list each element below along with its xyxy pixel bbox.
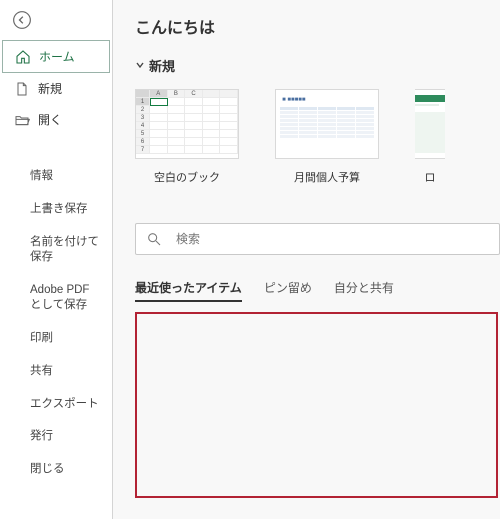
template-loan-amortization[interactable]: ロ xyxy=(415,89,445,185)
search-input[interactable] xyxy=(176,232,489,246)
nav-label: ホーム xyxy=(39,48,75,65)
template-thumbnail: ■ ■■■■■ xyxy=(275,89,379,159)
template-thumbnail: ABC 1 2 3 4 5 6 7 xyxy=(135,89,239,159)
backstage-main: こんにちは 新規 ABC 1 2 3 4 5 6 xyxy=(113,0,500,519)
template-list: ABC 1 2 3 4 5 6 7 空白のブック ■ ■■■■■ xyxy=(135,89,500,185)
template-label: 空白のブック xyxy=(154,169,220,185)
cmd-info[interactable]: 情報 xyxy=(30,169,112,184)
cmd-publish[interactable]: 発行 xyxy=(30,429,112,444)
template-label: 月間個人予算 xyxy=(294,169,360,185)
backstage-sidebar: ホーム 新規 開く 情報 上書き保存 名前を付けて保存 Adobe PDF とし… xyxy=(0,0,113,519)
nav-open[interactable]: 開く xyxy=(0,104,112,135)
cmd-export[interactable]: エクスポート xyxy=(30,397,112,412)
nav-home[interactable]: ホーム xyxy=(2,40,110,73)
chevron-down-icon xyxy=(135,58,145,73)
back-button[interactable] xyxy=(8,6,36,34)
back-arrow-icon xyxy=(12,10,32,30)
cmd-print[interactable]: 印刷 xyxy=(30,331,112,346)
nav-label: 開く xyxy=(38,111,62,128)
new-section-header[interactable]: 新規 xyxy=(135,56,500,75)
nav-new[interactable]: 新規 xyxy=(0,73,112,104)
new-doc-icon xyxy=(14,81,30,97)
section-title: 新規 xyxy=(149,56,175,75)
cmd-save-as[interactable]: 名前を付けて保存 xyxy=(30,235,112,265)
recent-tabs: 最近使ったアイテム ピン留め 自分と共有 xyxy=(135,279,500,302)
template-thumbnail xyxy=(415,89,445,159)
folder-open-icon xyxy=(14,112,30,128)
cmd-close[interactable]: 閉じる xyxy=(30,462,112,477)
tab-recent[interactable]: 最近使ったアイテム xyxy=(135,279,242,302)
nav-label: 新規 xyxy=(38,80,62,97)
template-blank-workbook[interactable]: ABC 1 2 3 4 5 6 7 空白のブック xyxy=(135,89,239,185)
template-label: ロ xyxy=(425,169,436,185)
template-monthly-budget[interactable]: ■ ■■■■■ 月間個人予算 xyxy=(275,89,379,185)
tab-pinned[interactable]: ピン留め xyxy=(264,279,312,302)
cmd-share[interactable]: 共有 xyxy=(30,364,112,379)
backstage-commands: 情報 上書き保存 名前を付けて保存 Adobe PDF として保存 印刷 共有 … xyxy=(0,169,112,477)
search-icon xyxy=(146,231,162,247)
home-icon xyxy=(15,49,31,65)
greeting: こんにちは xyxy=(135,14,500,38)
recent-items-area xyxy=(135,312,498,498)
cmd-save-adobe-pdf[interactable]: Adobe PDF として保存 xyxy=(30,283,112,313)
cmd-save[interactable]: 上書き保存 xyxy=(30,202,112,217)
search-box[interactable] xyxy=(135,223,500,255)
tab-shared-with-me[interactable]: 自分と共有 xyxy=(334,279,394,302)
